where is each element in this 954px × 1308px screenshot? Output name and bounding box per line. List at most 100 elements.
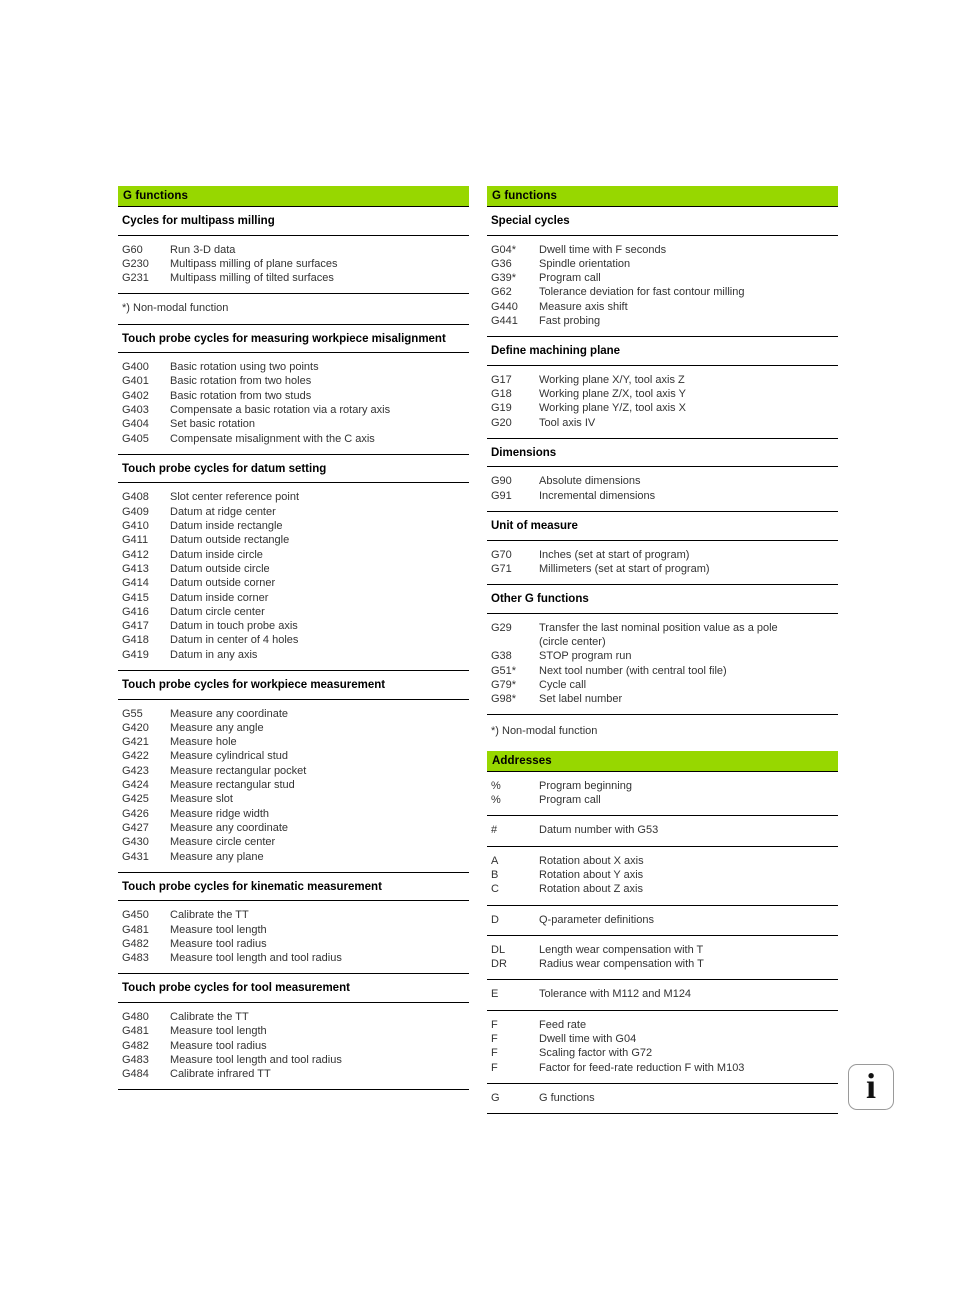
code-cell: G420 [122,721,149,734]
description-cell: Measure ridge width [170,807,270,820]
description-cell: Calibrate infrared TT [170,1068,271,1081]
code-cell: G483 [122,952,149,965]
description-cell: Basic rotation from two studs [170,389,312,402]
description-cell: Datum inside rectangle [170,520,283,533]
table-row: G91 Incremental dimensions [487,489,838,503]
table-row: G480 Calibrate the TT [118,1010,469,1024]
code-cell: G404 [122,418,149,431]
code-cell: B [491,868,499,881]
code-cell: DL [491,943,506,956]
code-cell: G424 [122,779,149,792]
info-icon: i [848,1064,894,1110]
code-row-group: E Tolerance with M112 and M124 [487,980,838,1011]
code-cell: G412 [122,548,149,561]
code-cell: G20 [491,416,512,429]
code-row-group: A Rotation about X axis B Rotation about Y … [487,847,838,906]
table-row: G420 Measure any angle [118,721,469,735]
description-cell: Scaling factor with G72 [539,1047,653,1060]
description-cell: Incremental dimensions [539,489,656,502]
description-cell: Dwell time with G04 [539,1033,637,1045]
code-cell: F [491,1047,498,1060]
table-row: DR Radius wear compensation with T [487,957,838,971]
table-row: DL Length wear compensation with T [487,943,838,957]
table-row: G17 Working plane X/Y, tool axis Z [487,373,838,387]
section-heading: Special cycles [487,207,838,236]
section-heading: Touch probe cycles for datum setting [118,455,469,484]
code-row-group: G G functions [487,1084,838,1115]
description-cell: Measure any plane [170,850,264,863]
description-cell: Measure any angle [170,721,264,734]
code-cell: G231 [122,272,149,285]
code-cell: G427 [122,821,149,834]
code-cell: G04* [491,243,517,256]
table-row: % Program call [487,793,838,807]
code-cell: G431 [122,850,149,863]
table-row: G60 Run 3-D data [118,243,469,257]
table-row: G440 Measure axis shift [487,300,838,314]
code-cell: G408 [122,491,149,504]
description-cell: Tool axis IV [539,416,596,429]
description-cell: Measure circle center [170,836,276,849]
table-row: G411 Datum outside rectangle [118,533,469,547]
description-cell: Program call [539,794,601,807]
table-row: G441 Fast probing [487,314,838,328]
table-row: G29 Transfer the last nominal position va… [487,621,838,650]
code-row-group: G60 Run 3-D data G230 Multipass milling of … [118,236,469,295]
code-cell: G483 [122,1053,149,1066]
description-cell: Measure tool length and tool radius [170,1053,342,1066]
description-continuation: (circle center) [539,635,606,648]
table-row: G403 Compensate a basic rotation via a ro… [118,403,469,417]
description-cell: Basic rotation from two holes [170,375,312,388]
code-cell: F [491,1033,498,1045]
code-cell: G419 [122,648,149,661]
code-cell: A [491,854,499,867]
description-cell: Q-parameter definitions [539,913,654,926]
table-row: G39* Program call [487,271,838,285]
description-cell: Set label number [539,693,623,706]
code-cell: G70 [491,548,512,561]
code-row-group: G400 Basic rotation using two points G401 B… [118,353,469,455]
table-row: G481 Measure tool length [118,923,469,937]
table-row: G450 Calibrate the TT [118,908,469,922]
code-cell: DR [491,958,507,971]
table-row: G482 Measure tool radius [118,937,469,951]
code-cell: G60 [122,243,143,256]
description-cell: Measure any coordinate [170,707,289,720]
code-cell: G51* [491,664,517,677]
code-cell: G484 [122,1068,149,1081]
description-cell: Measure tool radius [170,1039,267,1052]
code-cell: G413 [122,562,149,575]
code-row-group: G04* Dwell time with F seconds G36 Spindle … [487,236,838,338]
code-row-group: G408 Slot center reference point G409 Datum… [118,483,469,672]
description-cell: Rotation about Y axis [539,868,644,881]
code-cell: G441 [491,314,518,327]
description-cell: Measure any coordinate [170,821,289,834]
table-row: G483 Measure tool length and tool radius [118,1053,469,1067]
code-cell: G482 [122,1039,149,1052]
section-heading: Dimensions [487,439,838,468]
description-cell: Multipass milling of tilted surfaces [170,272,334,285]
table-row: G230 Multipass milling of plane surfaces [118,257,469,271]
table-row: G20 Tool axis IV [487,416,838,430]
description-cell: Datum circle center [170,605,265,618]
code-cell: G405 [122,432,149,445]
table-row: G G functions [487,1091,838,1105]
description-cell: Inches (set at start of program) [539,548,690,561]
table-row: G402 Basic rotation from two studs [118,389,469,403]
description-cell: Multipass milling of plane surfaces [170,257,338,270]
code-cell: G29 [491,621,512,634]
table-row: B Rotation about Y axis [487,868,838,882]
code-cell: G403 [122,404,149,417]
description-cell: Program call [539,272,601,285]
description-cell: Spindle orientation [539,257,631,270]
description-cell: Datum inside corner [170,591,269,604]
table-row: G70 Inches (set at start of program) [487,548,838,562]
section-heading: Touch probe cycles for measuring workpie… [118,325,469,354]
description-cell: Measure tool length [170,923,267,936]
code-cell: G410 [122,520,149,533]
info-icon-glyph: i [865,1066,876,1106]
table-row: % Program beginning [487,779,838,793]
description-cell: Measure axis shift [539,300,628,313]
table-row: F Factor for feed-rate reduction F with M… [487,1061,838,1075]
description-cell: STOP program run [539,650,632,663]
